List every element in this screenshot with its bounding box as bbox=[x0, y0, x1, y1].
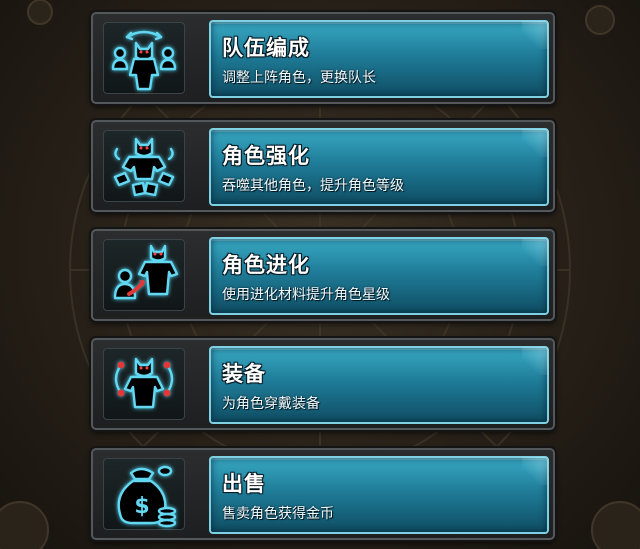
svg-text:$: $ bbox=[134, 494, 149, 519]
menu-item-text-panel: 装备 为角色穿戴装备 bbox=[209, 346, 549, 424]
menu-item-text-panel: 角色强化 吞噬其他角色，提升角色等级 bbox=[209, 128, 549, 206]
menu-item-character-enhance[interactable]: 角色强化 吞噬其他角色，提升角色等级 bbox=[91, 120, 555, 212]
menu-item-character-evolve[interactable]: 角色进化 使用进化材料提升角色星级 bbox=[91, 229, 555, 321]
menu-item-title: 角色进化 bbox=[222, 253, 310, 277]
menu-item-title: 装备 bbox=[222, 362, 266, 386]
icon-tile: $ bbox=[103, 458, 185, 530]
menu-item-description: 使用进化材料提升角色星级 bbox=[222, 287, 390, 303]
icon-tile bbox=[103, 239, 185, 311]
icon-tile bbox=[103, 348, 185, 420]
menu-item-title: 出售 bbox=[222, 472, 266, 496]
character-enhance-icon bbox=[113, 137, 175, 197]
icon-tile bbox=[103, 22, 185, 94]
menu-item-title: 队伍编成 bbox=[222, 36, 310, 60]
sell-money-bag-icon: $ bbox=[117, 465, 177, 528]
menu-item-sell[interactable]: $ 出售 售卖角色获得金币 bbox=[91, 448, 555, 540]
menu-item-title: 角色强化 bbox=[222, 144, 310, 168]
menu-item-description: 售卖角色获得金币 bbox=[222, 506, 334, 522]
menu-item-description: 调整上阵角色，更换队长 bbox=[222, 70, 376, 86]
icon-tile bbox=[103, 130, 185, 202]
menu-item-description: 为角色穿戴装备 bbox=[222, 396, 320, 412]
menu-item-team-formation[interactable]: 队伍编成 调整上阵角色，更换队长 bbox=[91, 12, 555, 104]
menu-item-equipment[interactable]: 装备 为角色穿戴装备 bbox=[91, 338, 555, 430]
menu-item-text-panel: 出售 售卖角色获得金币 bbox=[209, 456, 549, 534]
menu-item-text-panel: 队伍编成 调整上阵角色，更换队长 bbox=[209, 20, 549, 98]
menu-item-text-panel: 角色进化 使用进化材料提升角色星级 bbox=[209, 237, 549, 315]
menu-item-description: 吞噬其他角色，提升角色等级 bbox=[222, 178, 404, 194]
character-evolve-icon bbox=[113, 244, 179, 300]
equipment-icon bbox=[114, 357, 174, 409]
team-formation-icon bbox=[111, 30, 177, 91]
